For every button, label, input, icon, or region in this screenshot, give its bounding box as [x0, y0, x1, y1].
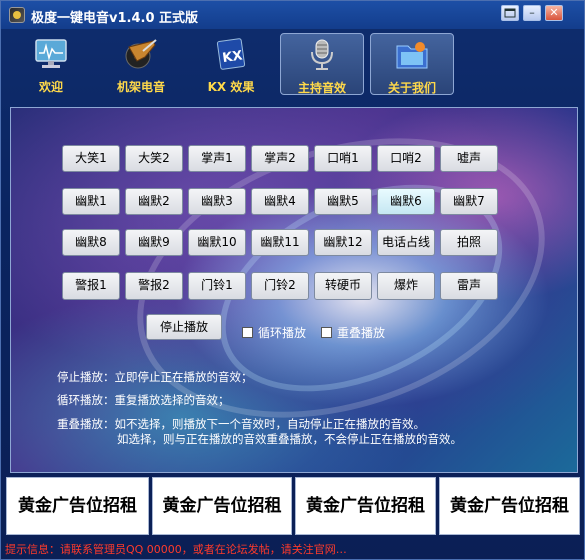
sound-button[interactable]: 幽默9 — [125, 229, 183, 256]
ad-banner-2[interactable]: 黄金广告位招租 — [152, 477, 292, 535]
tab-about-us-label: 关于我们 — [387, 81, 436, 95]
sound-button[interactable]: 口哨1 — [314, 145, 372, 172]
kx-logo-icon: KX — [216, 38, 246, 70]
ad-banner-4[interactable]: 黄金广告位招租 — [439, 477, 580, 535]
minimize-button[interactable]: – — [523, 5, 541, 21]
tab-kx-effects-label: KX 效果 — [207, 80, 255, 94]
folder-icon — [396, 42, 428, 69]
sound-button[interactable]: 转硬币 — [314, 272, 372, 300]
overlap-playback-checkbox-box[interactable] — [321, 327, 332, 338]
tab-kx-effects[interactable]: KX KX 效果 — [189, 33, 273, 95]
app-window: 极度一键电音v1.4.0 正式版 – ✕ 欢迎 机架电音 KX KX 效果 主持… — [0, 0, 585, 560]
close-button[interactable]: ✕ — [545, 5, 563, 21]
sound-button[interactable]: 口哨2 — [377, 145, 435, 172]
sound-button[interactable]: 门铃1 — [188, 272, 246, 300]
sound-button[interactable]: 警报2 — [125, 272, 183, 300]
sound-button[interactable]: 幽默10 — [188, 229, 246, 256]
overlap-playback-label: 重叠播放 — [337, 326, 386, 340]
status-bar-message: 提示信息：请联系管理员QQ 00000，或者在论坛发帖，请关注官网… — [5, 543, 347, 556]
sound-button[interactable]: 幽默12 — [314, 229, 372, 256]
sound-button[interactable]: 幽默6 — [377, 188, 435, 215]
ad-banner-1[interactable]: 黄金广告位招租 — [6, 477, 149, 535]
sound-button[interactable]: 门铃2 — [251, 272, 309, 300]
sound-button[interactable]: 大笑1 — [62, 145, 120, 172]
tab-rack-effects[interactable]: 机架电音 — [99, 33, 183, 95]
tab-rack-effects-label: 机架电音 — [116, 80, 165, 94]
window-menu-icon — [504, 8, 516, 18]
ad-banner-3[interactable]: 黄金广告位招租 — [295, 477, 436, 535]
stop-playback-button[interactable]: 停止播放 — [146, 314, 222, 340]
svg-text:KX: KX — [222, 48, 244, 66]
sound-button[interactable]: 幽默3 — [188, 188, 246, 215]
app-logo-icon — [9, 7, 25, 23]
loop-playback-checkbox[interactable]: 循环播放 — [242, 324, 306, 340]
sound-button[interactable]: 幽默2 — [125, 188, 183, 215]
sound-button[interactable]: 掌声1 — [188, 145, 246, 172]
sound-button[interactable]: 警报1 — [62, 272, 120, 300]
title-bar[interactable]: 极度一键电音v1.4.0 正式版 – ✕ — [1, 1, 584, 29]
stop-description: 停止播放：立即停止正在播放的音效； — [57, 370, 253, 384]
tab-welcome-label: 欢迎 — [38, 80, 63, 94]
sound-effects-panel: 大笑1 大笑2 掌声1 掌声2 口哨1 口哨2 嘘声 幽默1 幽默2 幽默3 幽默4 幽默5 幽默6 幽默… — [10, 107, 578, 473]
guitar-disc-icon — [125, 39, 157, 69]
sound-button[interactable]: 雷声 — [440, 272, 498, 300]
tab-host-sounds-label: 主持音效 — [297, 81, 346, 95]
loop-playback-label: 循环播放 — [258, 326, 307, 340]
sound-button[interactable]: 幽默5 — [314, 188, 372, 215]
overlap-description-line2: 如选择，则与正在播放的音效重叠播放，不会停止正在播放的音效。 — [117, 432, 462, 446]
sound-button[interactable]: 爆炸 — [377, 272, 435, 300]
tab-about-us[interactable]: 关于我们 — [370, 33, 454, 95]
sound-button[interactable]: 幽默4 — [251, 188, 309, 215]
sound-button[interactable]: 大笑2 — [125, 145, 183, 172]
sound-button[interactable]: 幽默11 — [251, 229, 309, 256]
tab-host-sounds[interactable]: 主持音效 — [280, 33, 364, 95]
sound-button[interactable]: 幽默8 — [62, 229, 120, 256]
loop-playback-checkbox-box[interactable] — [242, 327, 253, 338]
sound-button[interactable]: 掌声2 — [251, 145, 309, 172]
monitor-icon — [35, 39, 67, 68]
sound-button[interactable]: 拍照 — [440, 229, 498, 256]
overlap-playback-checkbox[interactable]: 重叠播放 — [321, 324, 385, 340]
sound-button[interactable]: 幽默1 — [62, 188, 120, 215]
window-title: 极度一键电音v1.4.0 正式版 — [31, 11, 199, 26]
sound-button[interactable]: 幽默7 — [440, 188, 498, 215]
microphone-icon — [311, 39, 333, 70]
sound-button[interactable]: 嘘声 — [440, 145, 498, 172]
tab-welcome[interactable]: 欢迎 — [9, 33, 93, 95]
overlap-description: 重叠播放：如不选择，则播放下一个音效时，自动停止正在播放的音效。 — [57, 417, 425, 431]
window-menu-button[interactable] — [501, 5, 519, 21]
loop-description: 循环播放：重复播放选择的音效； — [57, 393, 230, 407]
sound-button[interactable]: 电话占线 — [377, 229, 435, 256]
